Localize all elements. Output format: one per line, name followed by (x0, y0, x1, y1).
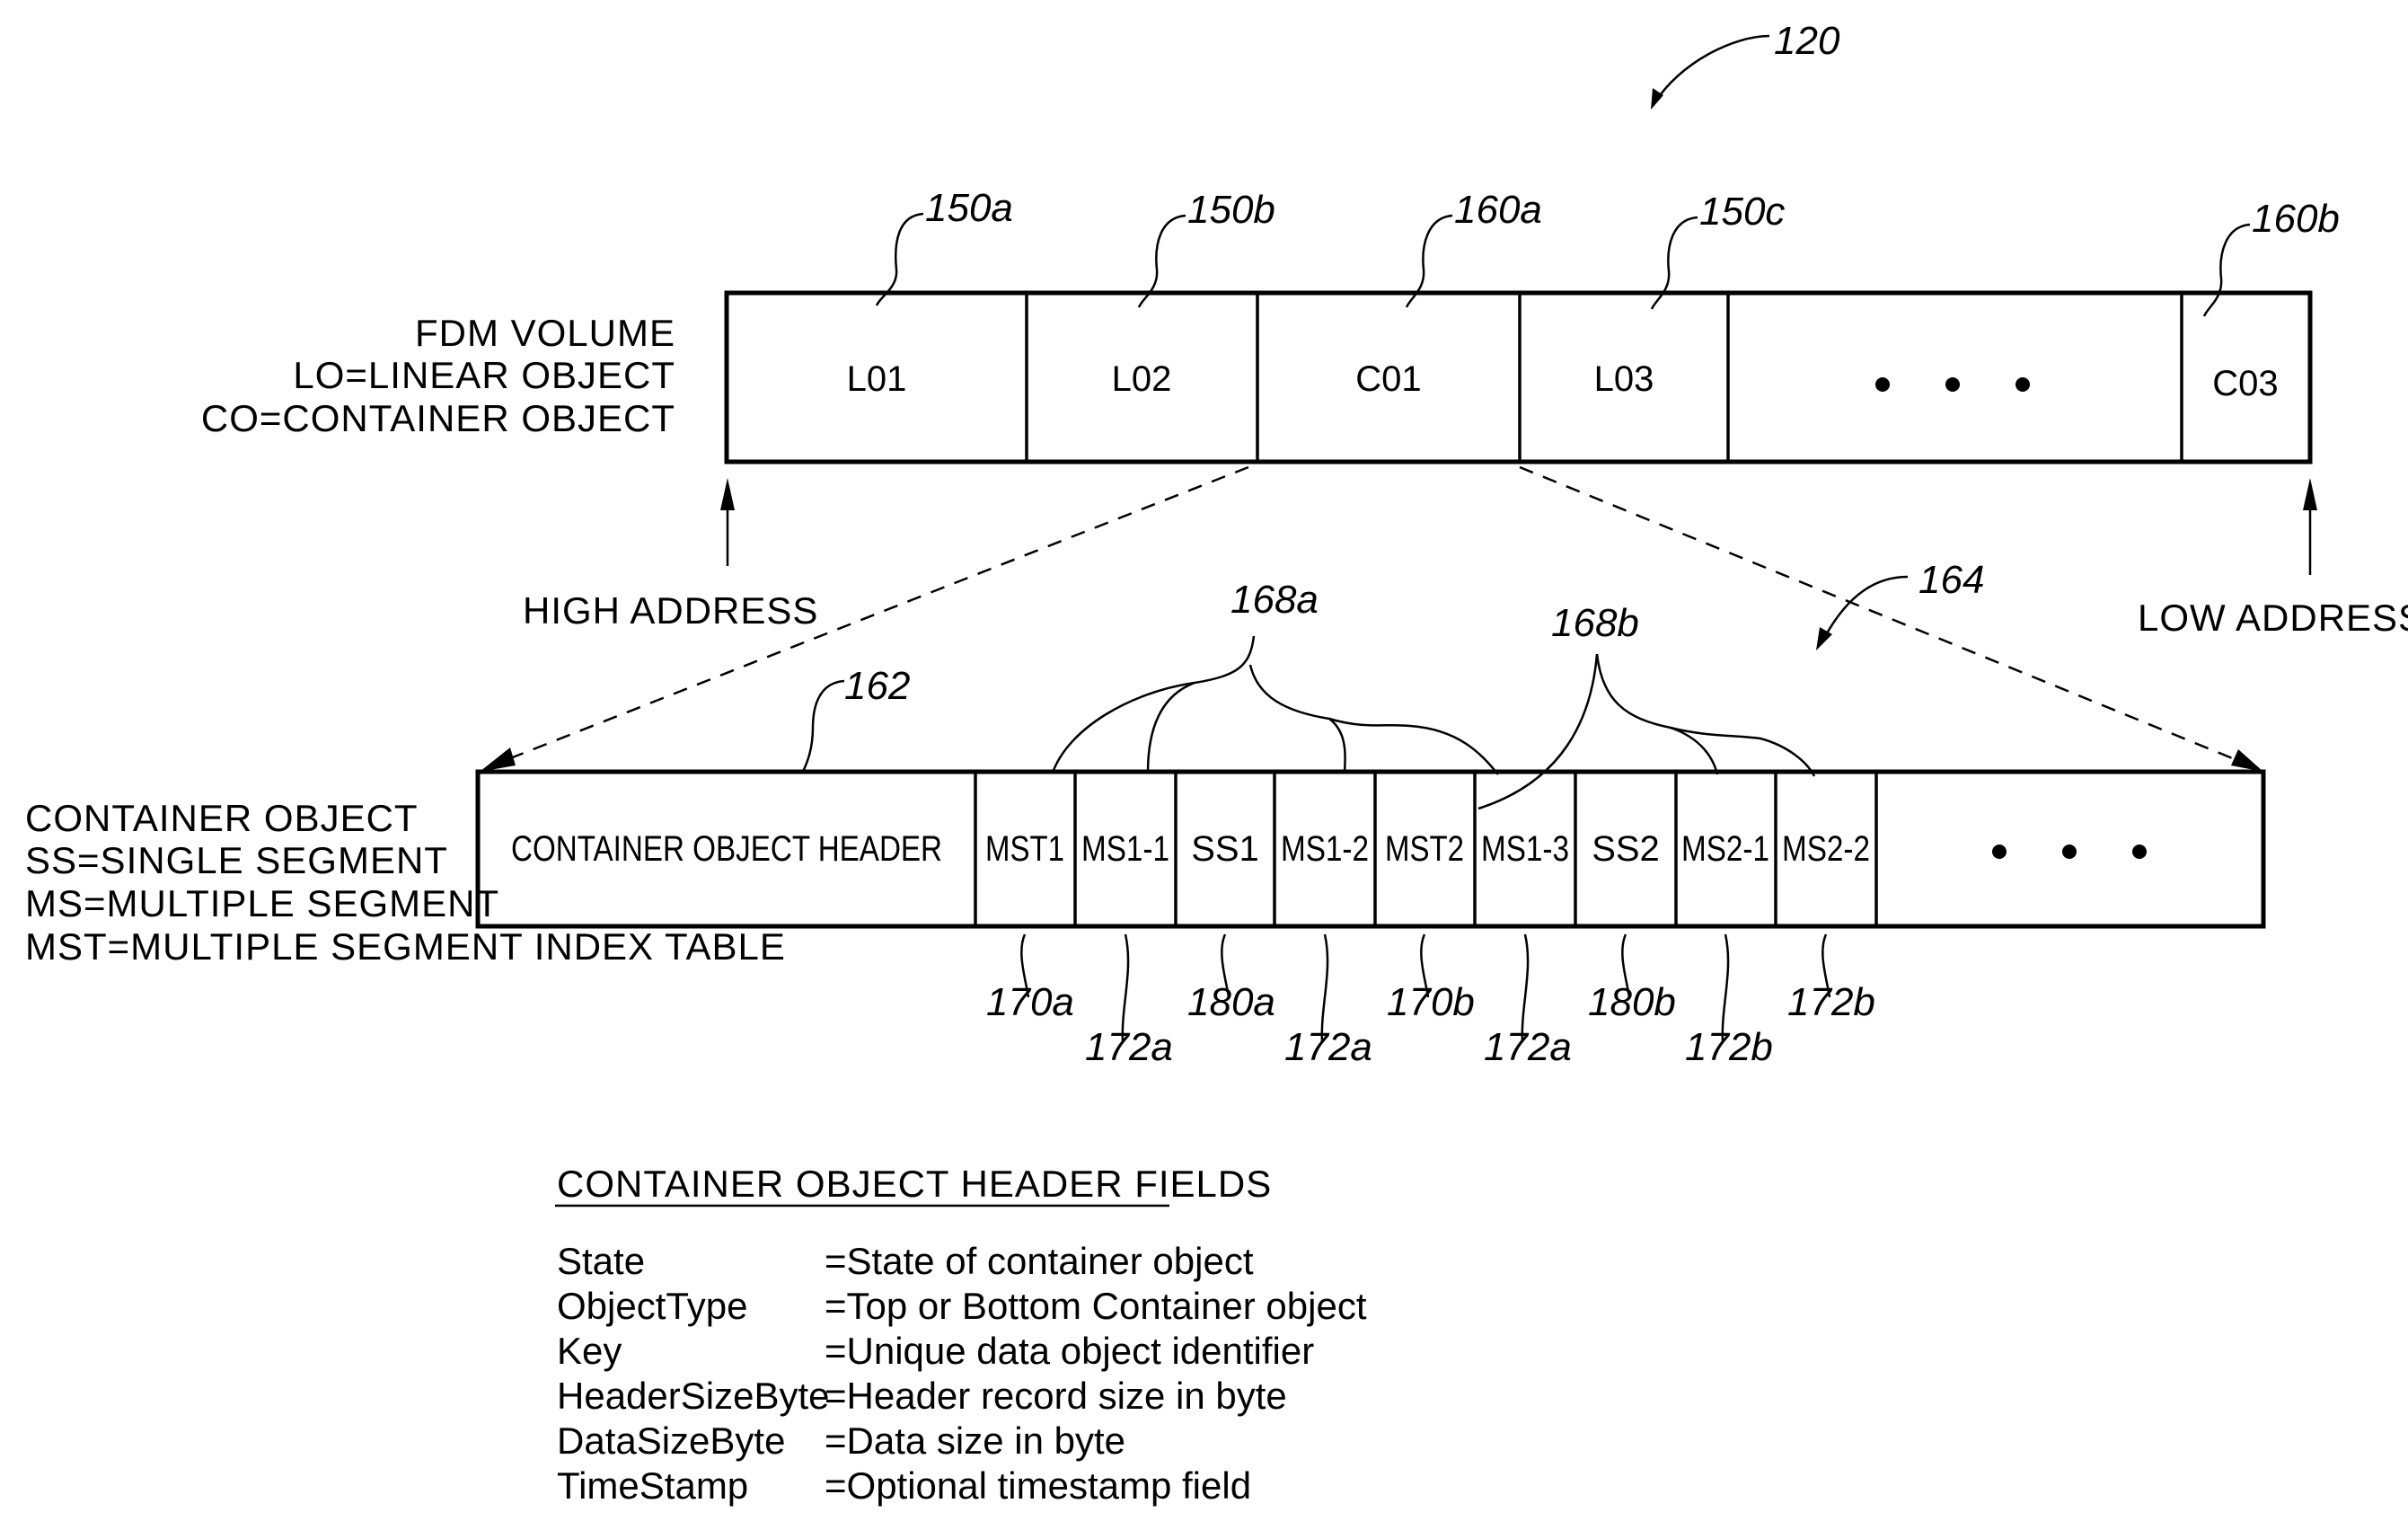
high-address-indicator: HIGH ADDRESS (523, 478, 818, 632)
header-field-desc: =Data size in byte (825, 1419, 1125, 1462)
ref-168a-brace-to-mst1 (1051, 635, 1256, 774)
volume-cell-co1: C01 (1355, 359, 1421, 399)
ref-162-label: 162 (844, 664, 910, 708)
ref-164: 164 (1816, 558, 1984, 650)
volume-cell-co3: C03 (2212, 364, 2278, 403)
container-cell-mst1: MST1 (985, 829, 1064, 869)
container-cell-ms1-2: MS1-2 (1281, 829, 1369, 869)
container-header-cell: CONTAINER OBJECT HEADER (511, 829, 942, 869)
volume-legend-line-3: CO=CONTAINER OBJECT (201, 397, 675, 439)
volume-legend: FDM VOLUME LO=LINEAR OBJECT CO=CONTAINER… (201, 312, 675, 439)
ref-164-arrowhead (1816, 627, 1832, 650)
ref-168b: 168b (1477, 601, 1816, 810)
header-field-desc: =State of container object (825, 1240, 1254, 1282)
container-cell-mst2: MST2 (1385, 829, 1464, 869)
container-legend-line-2: SS=SINGLE SEGMENT (25, 839, 448, 881)
expansion-arrowhead-right (2231, 749, 2263, 772)
ref-168b-brace-to-ms2-1 (1595, 653, 1719, 775)
ref-150c-leader (1650, 216, 1698, 310)
ref-168b-brace-to-ms2-2 (1670, 726, 1816, 777)
high-address-arrowhead (720, 478, 735, 510)
container-object-bar: CONTAINER OBJECT HEADER MST1 MS1-1 SS1 M… (475, 769, 2266, 929)
fdm-volume-bar: L01 L02 C01 L03 C03 (724, 290, 2313, 464)
ref-168a-brace-to-ms1-1 (1146, 681, 1195, 774)
header-field-name: ObjectType (557, 1285, 747, 1327)
ref-162: 162 (801, 664, 910, 773)
container-ref-labels: 170a 172a 180a 172a 170b 172a 180b 172b … (986, 933, 1875, 1069)
ref-150b: 150b (1187, 188, 1275, 232)
header-field-desc: =Header record size in byte (825, 1375, 1287, 1417)
ref-180b: 180b (1588, 980, 1676, 1024)
volume-cell-lo2: L02 (1112, 359, 1172, 399)
header-field-name: State (557, 1240, 645, 1282)
container-cell-ms1-3: MS1-3 (1481, 829, 1569, 869)
header-field-name: TimeStamp (557, 1464, 748, 1507)
ref-120: 120 (1651, 19, 1840, 110)
ref-160a: 160a (1454, 188, 1542, 232)
expansion-arrowhead-left (480, 747, 516, 772)
container-cell-ms2-1: MS2-1 (1681, 829, 1769, 869)
volume-legend-line-2: LO=LINEAR OBJECT (293, 354, 675, 396)
ref-150a: 150a (925, 186, 1013, 230)
container-legend-line-3: MS=MULTIPLE SEGMENT (25, 882, 499, 924)
ref-172a-1: 172a (1085, 1025, 1173, 1069)
ref-120-arrowhead (1651, 88, 1663, 110)
ref-168b-label: 168b (1551, 601, 1639, 645)
container-legend: CONTAINER OBJECT SS=SINGLE SEGMENT MS=MU… (25, 797, 786, 968)
volume-ellipsis-icon (1875, 377, 2030, 392)
ref-120-label: 120 (1774, 19, 1840, 63)
ref-170b: 170b (1387, 980, 1475, 1024)
ref-172a-3: 172a (1484, 1025, 1572, 1069)
low-address-label: LOW ADDRESS (2138, 597, 2408, 639)
header-field-name: HeaderSizeByte (557, 1375, 830, 1417)
low-address-indicator: LOW ADDRESS (2138, 478, 2408, 639)
ref-172a-2: 172a (1284, 1025, 1372, 1069)
container-cell-ms2-2: MS2-2 (1782, 829, 1870, 869)
ref-180a: 180a (1187, 980, 1275, 1024)
container-ellipsis-icon (1992, 845, 2147, 859)
header-field-desc: =Unique data object identifier (825, 1330, 1314, 1372)
ref-164-leader (1821, 575, 1909, 641)
ref-172b-2: 172b (1787, 980, 1875, 1024)
header-field-desc: =Top or Bottom Container object (825, 1285, 1367, 1327)
header-fields-table: CONTAINER OBJECT HEADER FIELDS State =St… (555, 1163, 1367, 1507)
ref-170a: 170a (986, 980, 1074, 1024)
ref-168a-brace-to-ms1-3 (1328, 717, 1499, 775)
ref-172b-1: 172b (1685, 1025, 1773, 1069)
container-legend-line-4: MST=MULTIPLE SEGMENT INDEX TABLE (25, 925, 786, 968)
ref-162-leader (801, 679, 845, 773)
header-fields-title: CONTAINER OBJECT HEADER FIELDS (557, 1163, 1272, 1205)
ref-160b-leader (2202, 223, 2251, 317)
volume-ref-labels: 150a 150b 160a 150c 160b (875, 186, 2340, 317)
header-field-name: DataSizeByte (557, 1419, 785, 1462)
ref-150c: 150c (1699, 190, 1785, 234)
ref-120-leader (1653, 34, 1770, 104)
ref-160b: 160b (2252, 197, 2340, 241)
high-address-label: HIGH ADDRESS (523, 589, 818, 632)
patent-figure: 120 FDM VOLUME LO=LINEAR OBJECT CO=CONTA… (25, 19, 2408, 1507)
ref-164-label: 164 (1918, 558, 1984, 602)
low-address-arrowhead (2303, 478, 2317, 510)
container-cell-ms1-1: MS1-1 (1081, 829, 1169, 869)
volume-legend-line-1: FDM VOLUME (415, 312, 675, 354)
ref-168a: 168a (1051, 578, 1499, 775)
volume-cell-lo3: L03 (1594, 359, 1654, 399)
header-field-desc: =Optional timestamp field (825, 1464, 1251, 1507)
container-cell-ss2: SS2 (1592, 829, 1660, 869)
container-cell-ss1: SS1 (1191, 829, 1259, 869)
header-field-name: Key (557, 1330, 622, 1372)
container-legend-line-1: CONTAINER OBJECT (25, 797, 419, 839)
ref-168a-label: 168a (1230, 578, 1319, 622)
ref-168b-brace-to-mst2 (1477, 653, 1599, 810)
volume-cell-lo1: L01 (847, 359, 907, 399)
